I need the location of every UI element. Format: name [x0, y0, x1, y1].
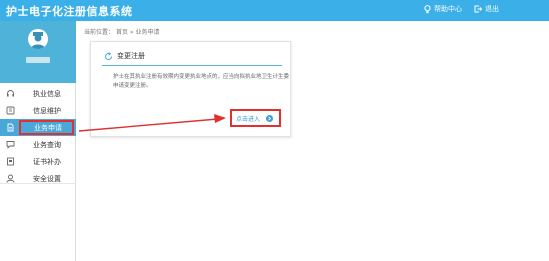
- lightbulb-icon: [424, 4, 431, 13]
- highlight-box: [19, 120, 74, 135]
- username-blurred: [26, 57, 50, 63]
- breadcrumb-separator: »: [129, 29, 134, 36]
- chevron-right-icon: [266, 114, 274, 122]
- top-bar: 护士电子化注册信息系统 帮助中心 退出: [0, 0, 549, 21]
- card-header: 变更注册: [104, 51, 145, 61]
- divider: [0, 183, 76, 184]
- exit-label: 退出: [485, 5, 499, 13]
- document-icon: [6, 123, 15, 132]
- sidebar-item-label: 执业信息: [33, 90, 61, 98]
- sidebar-item-security-settings[interactable]: 安全设置: [0, 170, 76, 187]
- certificate-icon: [6, 157, 15, 166]
- click-enter-label: 点击进入: [236, 115, 261, 123]
- card-description: 护士在其执业注册有效期内变更执业地点的，应当向拟执业地卫生计生委申请变更注册。: [113, 74, 290, 89]
- exit-icon: [474, 5, 482, 13]
- headset-icon: [6, 89, 15, 98]
- breadcrumb: 当前位置： 首页 » 业务申请: [84, 27, 159, 36]
- card-title-underline: [102, 65, 282, 66]
- sidebar-item-certificate-reissue[interactable]: 证书补办: [0, 153, 76, 170]
- sidebar-item-label: 证书补办: [33, 158, 61, 166]
- sidebar-item-business-apply[interactable]: 业务申请: [0, 119, 76, 136]
- sidebar-item-label: 业务查询: [33, 141, 61, 149]
- user-icon: [6, 174, 15, 183]
- profile-panel: [0, 21, 76, 83]
- refresh-icon: [105, 51, 113, 60]
- sidebar-item-info-maintain[interactable]: 信息维护: [0, 102, 76, 119]
- help-center-link[interactable]: 帮助中心: [424, 4, 462, 14]
- breadcrumb-home[interactable]: 首页: [116, 29, 128, 36]
- breadcrumb-prefix: 当前位置：: [84, 29, 115, 36]
- info-maintain-icon: [6, 106, 15, 115]
- avatar[interactable]: [28, 29, 48, 49]
- breadcrumb-current: 业务申请: [135, 29, 160, 36]
- app-title: 护士电子化注册信息系统: [6, 5, 133, 18]
- click-enter-button[interactable]: 点击进入: [230, 109, 281, 127]
- nurse-avatar-icon: [31, 32, 45, 49]
- card-title: 变更注册: [117, 52, 145, 60]
- sidebar-item-label: 信息维护: [33, 107, 61, 115]
- chat-icon: [6, 140, 15, 149]
- change-registration-card: 变更注册 护士在其执业注册有效期内变更执业地点的，应当向拟执业地卫生计生委申请变…: [90, 41, 291, 137]
- sidebar-item-practice-info[interactable]: 执业信息: [0, 85, 76, 102]
- sidebar-nav: 执业信息 信息维护 业务申请 业务查询 证书补办 安全设置: [0, 85, 76, 187]
- sidebar: 执业信息 信息维护 业务申请 业务查询 证书补办 安全设置: [0, 21, 76, 261]
- exit-link[interactable]: 退出: [474, 4, 499, 14]
- help-center-label: 帮助中心: [434, 5, 462, 13]
- sidebar-item-business-query[interactable]: 业务查询: [0, 136, 76, 153]
